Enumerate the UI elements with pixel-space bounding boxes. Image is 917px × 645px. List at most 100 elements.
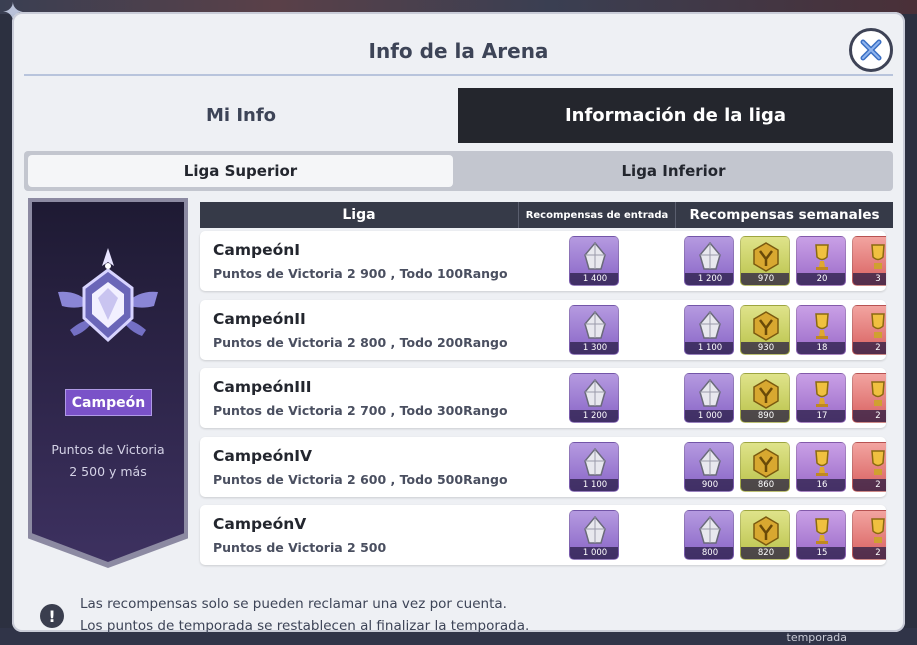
reward-icon [871,449,885,475]
table-header: Liga Recompensas de entrada Recompensas … [200,202,893,228]
column-header-league: Liga [342,207,376,223]
item-quantity: 1 100 [570,478,618,491]
subtab-upper-league[interactable]: Liga Superior [28,155,453,187]
column-header-entry-rewards: Recompensas de entrada [518,202,675,228]
medal-coin-icon [753,379,779,409]
entry-reward-item[interactable]: 1 300 [569,304,619,355]
close-icon [860,39,882,61]
trophy-icon [815,244,829,270]
league-row: CampeónV Puntos de Victoria 2 500 1 000 … [200,505,886,565]
item-quantity: 2 [853,410,886,422]
weekly-reward-item[interactable]: 820 [740,510,790,560]
league-row: CampeónIV Puntos de Victoria 2 600 , Tod… [200,436,886,497]
item-quantity: 1 200 [570,410,618,422]
entry-reward-item[interactable]: 1 100 [569,441,619,492]
crystal-icon [584,310,606,339]
league-row: CampeónIII Puntos de Victoria 2 700 , To… [200,368,886,428]
crystal-icon [699,241,721,270]
weekly-reward-item[interactable]: 970 [740,236,790,286]
column-header-weekly-rewards: Recompensas semanales [675,202,893,228]
reward-icon [871,244,885,269]
weekly-reward-item[interactable]: 1 000 [684,373,734,423]
item-quantity: 1 000 [685,410,733,422]
weekly-reward-item[interactable]: 18 [796,304,846,355]
league-tier-name: CampeónIV [213,446,313,465]
weekly-reward-item[interactable]: 16 [796,441,846,492]
item-quantity: 970 [741,273,789,285]
item-quantity: 2 [853,341,886,354]
weekly-reward-item[interactable]: 860 [740,441,790,492]
league-card: Campeón Puntos de Victoria 2 500 y más [32,202,184,562]
tab-league-info[interactable]: Información de la liga [458,88,893,143]
main-tabs: Mi Info Información de la liga [24,88,893,143]
league-tier-requirement: Puntos de Victoria 2 900 , Todo 100Rango [213,266,508,281]
league-row: CampeónI Puntos de Victoria 2 900 , Todo… [200,231,886,291]
medal-coin-icon [753,242,779,272]
crystal-icon [699,447,721,476]
crystal-icon [584,241,606,270]
weekly-reward-item[interactable]: 930 [740,304,790,355]
item-quantity: 1 200 [685,273,733,285]
weekly-reward-item[interactable]: 800 [684,510,734,560]
weekly-reward-item[interactable]: 17 [796,373,846,423]
dialog-title: Info de la Arena [368,39,549,63]
item-quantity: 18 [797,341,845,354]
item-quantity: 900 [685,478,733,491]
weekly-reward-item[interactable]: 2 [852,441,886,492]
league-tier-name: CampeónV [213,515,307,533]
weekly-reward-item[interactable]: 1 200 [684,236,734,286]
medal-coin-icon [753,447,779,478]
item-quantity: 1 100 [685,341,733,354]
footer-note: Los puntos de temporada se restablecen a… [80,618,530,634]
league-row: CampeónII Puntos de Victoria 2 800 , Tod… [200,299,886,360]
item-quantity: 820 [741,547,789,559]
league-tier-name: CampeónI [213,241,301,259]
crystal-icon [584,515,606,544]
item-quantity: 16 [797,478,845,491]
weekly-reward-item[interactable]: 2 [852,510,886,560]
entry-reward-item[interactable]: 1 400 [569,236,619,286]
footer-note: Las recompensas solo se pueden reclamar … [80,596,507,612]
league-tier-name: CampeónII [213,309,306,328]
weekly-reward-item[interactable]: 1 100 [684,304,734,355]
points-label: Puntos de Victoria [51,442,165,457]
league-tier-requirement: Puntos de Victoria 2 800 , Todo 200Rango [213,334,508,350]
weekly-reward-item[interactable]: 2 [852,373,886,423]
dialog-header: Info de la Arena [24,26,893,76]
item-quantity: 17 [797,410,845,422]
trophy-icon [815,312,829,339]
item-quantity: 860 [741,478,789,491]
reward-icon [871,518,885,543]
crystal-icon [699,310,721,339]
entry-reward-item[interactable]: 1 000 [569,510,619,560]
champion-emblem-icon [58,248,158,343]
item-quantity: 1 400 [570,273,618,285]
weekly-reward-item[interactable]: 900 [684,441,734,492]
league-tier-name: CampeónIII [213,378,312,396]
weekly-reward-item[interactable]: 2 [852,304,886,355]
points-value: 2 500 y más [69,464,147,479]
weekly-reward-item[interactable]: 15 [796,510,846,560]
item-quantity: 15 [797,547,845,559]
crystal-icon [584,378,606,407]
item-quantity: 1 000 [570,547,618,559]
item-quantity: 890 [741,410,789,422]
exclamation-icon: ! [40,604,64,628]
medal-coin-icon [753,516,779,546]
league-tier-requirement: Puntos de Victoria 2 700 , Todo 300Rango [213,403,508,418]
weekly-reward-item[interactable]: 3 [852,236,886,286]
crystal-icon [699,378,721,407]
item-quantity: 800 [685,547,733,559]
league-tier-requirement: Puntos de Victoria 2 500 [213,540,387,555]
tab-my-info[interactable]: Mi Info [24,88,458,143]
weekly-reward-item[interactable]: 20 [796,236,846,286]
close-button[interactable] [849,28,893,72]
reward-icon [871,312,885,338]
item-quantity: 2 [853,547,886,559]
entry-reward-item[interactable]: 1 200 [569,373,619,423]
item-quantity: 2 [853,478,886,491]
arena-info-dialog: Info de la Arena Mi Info Información de … [12,12,905,634]
weekly-reward-item[interactable]: 890 [740,373,790,423]
crystal-icon [699,515,721,544]
subtab-lower-league[interactable]: Liga Inferior [458,155,889,187]
